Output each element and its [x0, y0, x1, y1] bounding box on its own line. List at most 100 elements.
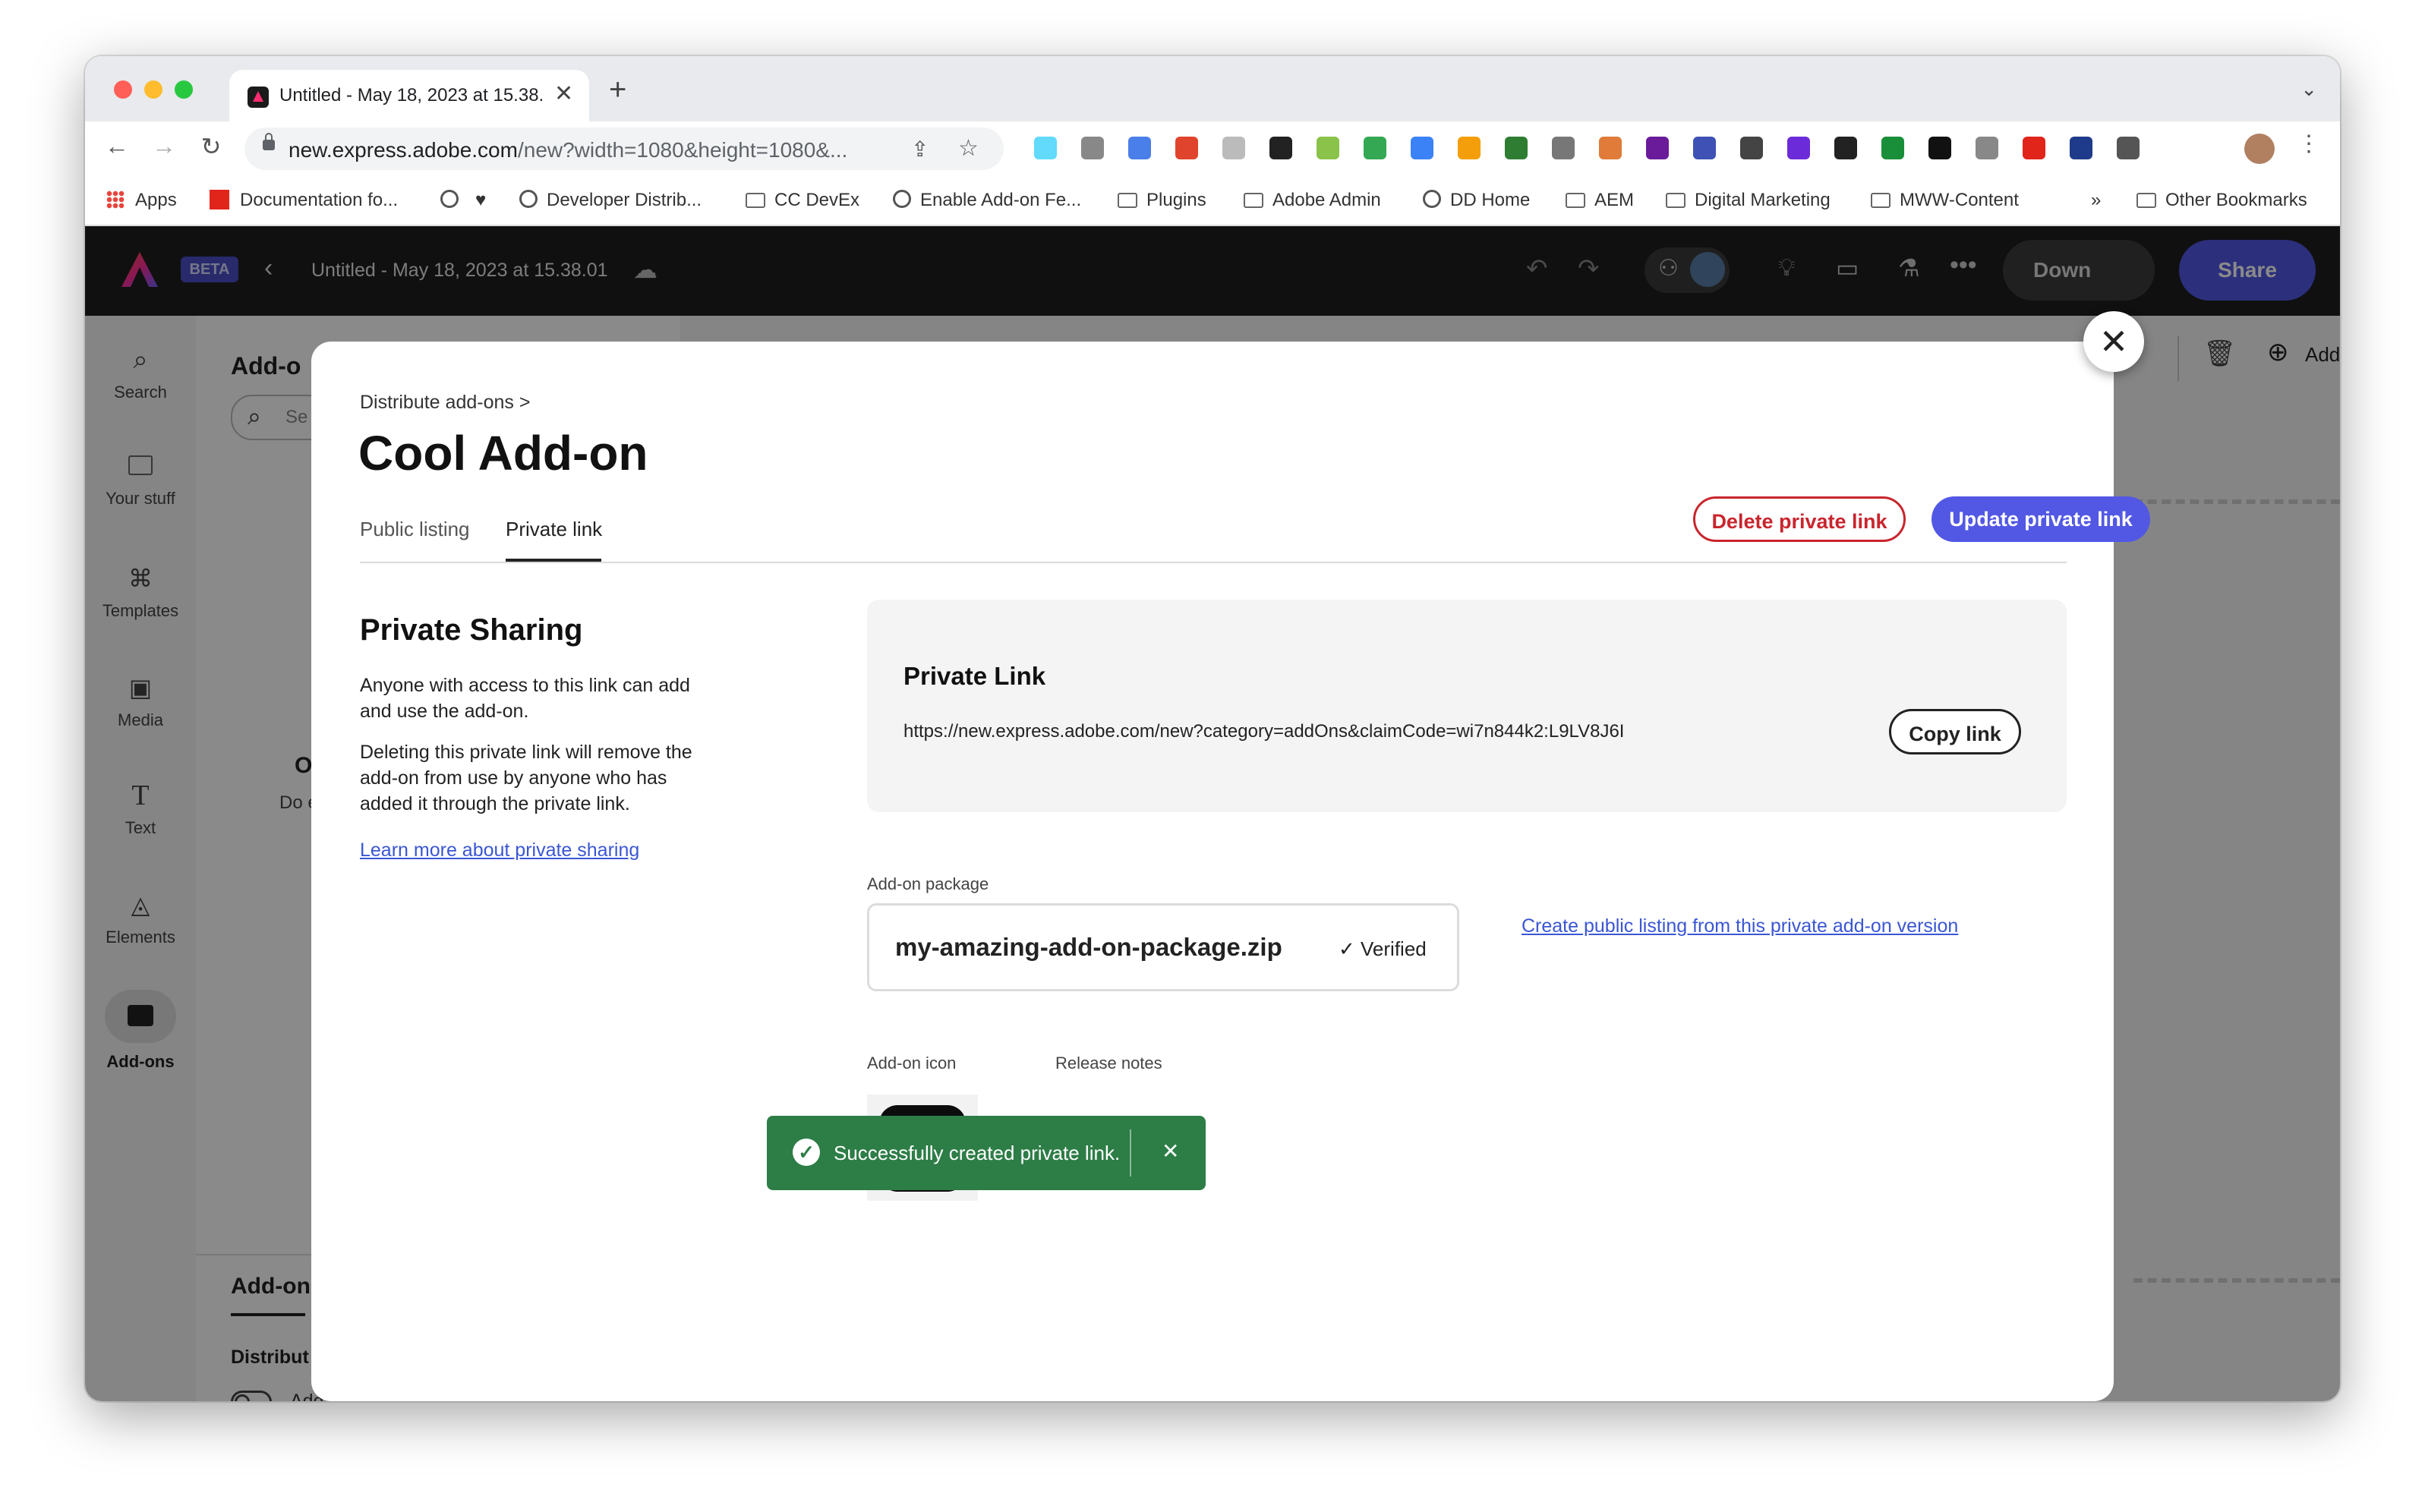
folder-icon [1118, 193, 1137, 208]
check-circle-icon: ✓ [793, 1139, 820, 1166]
tab-close-icon[interactable]: ✕ [554, 80, 573, 107]
address-bar[interactable]: new.express.adobe.com/new?width=1080&hei… [244, 128, 1004, 170]
bookmark-mww-content[interactable]: MWW-Content [1871, 190, 2019, 211]
share-page-icon[interactable]: ⇪ [911, 137, 929, 162]
bookmark-plugins[interactable]: Plugins [1118, 190, 1206, 211]
sidebar-icon[interactable] [2117, 137, 2140, 159]
tab-public-listing[interactable]: Public listing [360, 518, 470, 541]
private-sharing-delete-note: Deleting this private link will remove t… [360, 742, 692, 814]
folder-icon [1666, 193, 1686, 208]
delete-private-link-button[interactable]: Delete private link [1693, 496, 1906, 542]
success-toast: ✓ Successfully created private link. ✕ [767, 1116, 1206, 1190]
chat-icon[interactable] [1081, 137, 1104, 159]
page-title: Cool Add-on [358, 426, 648, 480]
express-app: BETA ‹ Untitled - May 18, 2023 at 15.38.… [85, 226, 2340, 1401]
bookmarks-overflow-button[interactable]: » [2091, 190, 2101, 211]
toast-divider [1130, 1129, 1131, 1177]
bookmark-adobe-admin[interactable]: Adobe Admin [1244, 190, 1381, 211]
copy-link-button[interactable]: Copy link [1889, 709, 2021, 754]
minimize-window-button[interactable] [144, 80, 162, 99]
browser-menu-icon[interactable]: ⋮ [2297, 131, 2320, 157]
tabs-divider [360, 562, 2067, 563]
no-icon[interactable] [1787, 137, 1810, 159]
a-bracket-icon[interactable] [1646, 137, 1669, 159]
release-notes-label: Release notes [1055, 1054, 1162, 1073]
browser-tab[interactable]: Untitled - May 18, 2023 at 15.38.01 ✕ [229, 70, 589, 121]
forward-icon[interactable]: → [149, 132, 179, 160]
close-icon: ✕ [2099, 322, 2129, 361]
tab-search-icon[interactable]: ⌄ [2300, 77, 2317, 101]
lighthouse-icon[interactable] [1128, 137, 1151, 159]
private-link-url: https://new.express.adobe.com/new?catego… [903, 721, 1625, 742]
globe-icon [519, 190, 538, 208]
sparkle-icon[interactable] [1364, 137, 1386, 159]
extensions-icon[interactable] [2070, 137, 2092, 159]
a-circle-icon[interactable] [1693, 137, 1716, 159]
bookmark-star-icon[interactable]: ☆ [958, 135, 979, 162]
react-icon[interactable] [1034, 137, 1057, 159]
browser-window: Untitled - May 18, 2023 at 15.38.01 ✕ + … [85, 56, 2340, 1401]
bookmark-globe[interactable] [440, 190, 468, 211]
globe-icon [893, 190, 911, 208]
private-sharing-description: Anyone with access to this link can add … [360, 675, 690, 722]
close-window-button[interactable] [114, 80, 132, 99]
folder-icon [1871, 193, 1890, 208]
bookmark-dd-home[interactable]: DD Home [1423, 190, 1530, 211]
tab-strip: Untitled - May 18, 2023 at 15.38.01 ✕ + … [85, 56, 2340, 121]
puzzle-orange-icon[interactable] [1552, 137, 1575, 159]
heart-icon: ♥ [475, 190, 487, 210]
p-icon[interactable] [1599, 137, 1622, 159]
sigma-icon[interactable] [1928, 137, 1951, 159]
info-icon[interactable] [1222, 137, 1245, 159]
private-sharing-heading: Private Sharing [360, 613, 583, 647]
folder-icon [2136, 193, 2156, 208]
folder-icon [1244, 193, 1263, 208]
distribute-modal: Distribute add-ons > Cool Add-on Public … [311, 342, 2150, 1401]
bookmark-cc-devex[interactable]: CC DevEx [746, 190, 859, 211]
vue-icon[interactable] [1505, 137, 1528, 159]
m-icon[interactable] [1834, 137, 1857, 159]
verified-status: ✓ Verified [1339, 937, 1427, 960]
bookmark-documentation[interactable]: Documentation fo... [210, 190, 398, 211]
package-field: my-amazing-add-on-package.zip ✓ Verified [867, 903, 1459, 991]
back-icon[interactable]: ← [102, 132, 132, 160]
bookmark-heart[interactable]: ♥ [475, 190, 486, 211]
bookmark-apps[interactable]: Apps [106, 190, 177, 211]
profile-avatar[interactable] [2244, 134, 2275, 164]
clipboard-icon[interactable] [2023, 137, 2045, 159]
reload-icon[interactable]: ↻ [196, 132, 226, 161]
new-tab-button[interactable]: + [609, 74, 626, 105]
create-public-listing-link[interactable]: Create public listing from this private … [1522, 915, 1958, 937]
rss-icon[interactable] [1411, 137, 1433, 159]
breadcrumb[interactable]: Distribute add-ons > [360, 392, 530, 414]
lock-icon [263, 133, 275, 150]
screenshot-icon[interactable] [1317, 137, 1339, 159]
adobe-icon[interactable] [1976, 137, 1998, 159]
tab-private-link[interactable]: Private link [506, 518, 602, 541]
tab-title: Untitled - May 18, 2023 at 15.38.01 [279, 85, 542, 106]
lens-icon[interactable] [1175, 137, 1198, 159]
close-modal-button[interactable]: ✕ [2083, 311, 2144, 372]
package-label: Add-on package [867, 874, 989, 893]
bookmarks-bar: Apps Documentation fo... ♥ Developer Dis… [85, 179, 2340, 226]
medium-icon[interactable] [1881, 137, 1904, 159]
url-host: new.express.adobe.com [289, 138, 518, 162]
learn-more-link[interactable]: Learn more about private sharing [360, 839, 639, 862]
bookmark-aem[interactable]: AEM [1566, 190, 1634, 211]
bookmark-enable-addon[interactable]: Enable Add-on Fe... [893, 190, 1081, 211]
private-link-card: Private Link https://new.express.adobe.c… [867, 600, 2067, 812]
bookmark-developer-distrib[interactable]: Developer Distrib... [519, 190, 702, 211]
update-private-link-button[interactable]: Update private link [1931, 496, 2150, 542]
folder-icon [1566, 193, 1585, 208]
browser-toolbar: ← → ↻ new.express.adobe.com/new?width=10… [85, 121, 2340, 179]
other-bookmarks[interactable]: Other Bookmarks [2136, 190, 2307, 211]
android-icon[interactable] [1269, 137, 1292, 159]
evernote-icon[interactable] [1458, 137, 1481, 159]
adobe-express-favicon-icon [248, 87, 269, 108]
bookmark-digital-marketing[interactable]: Digital Marketing [1666, 190, 1831, 211]
checkmark-icon: ✓ [1339, 937, 1361, 960]
toast-close-icon[interactable]: ✕ [1162, 1139, 1179, 1164]
zoom-window-button[interactable] [175, 80, 193, 99]
r-icon[interactable] [1740, 137, 1763, 159]
package-filename: my-amazing-add-on-package.zip [895, 933, 1282, 961]
